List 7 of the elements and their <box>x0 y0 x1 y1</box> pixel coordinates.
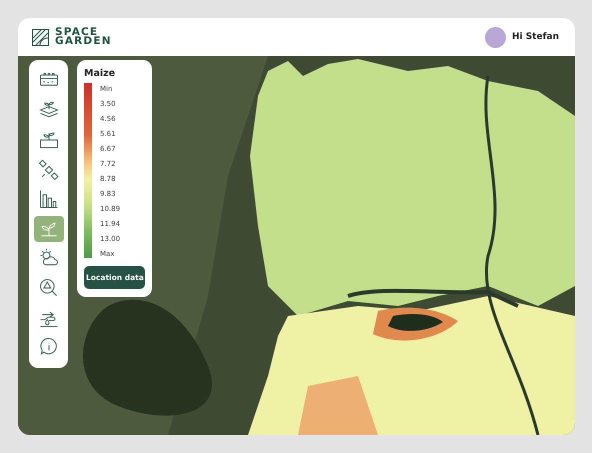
user-greeting: Hi Stefan <box>512 32 559 42</box>
warning-magnifier-icon <box>38 276 60 299</box>
leaf-logo-icon <box>32 28 49 46</box>
logo-text: SPACE <box>55 28 98 37</box>
bar-chart-icon <box>38 188 60 210</box>
legend-title: Maize <box>84 68 116 79</box>
logo-text: GARDEN <box>55 37 112 46</box>
